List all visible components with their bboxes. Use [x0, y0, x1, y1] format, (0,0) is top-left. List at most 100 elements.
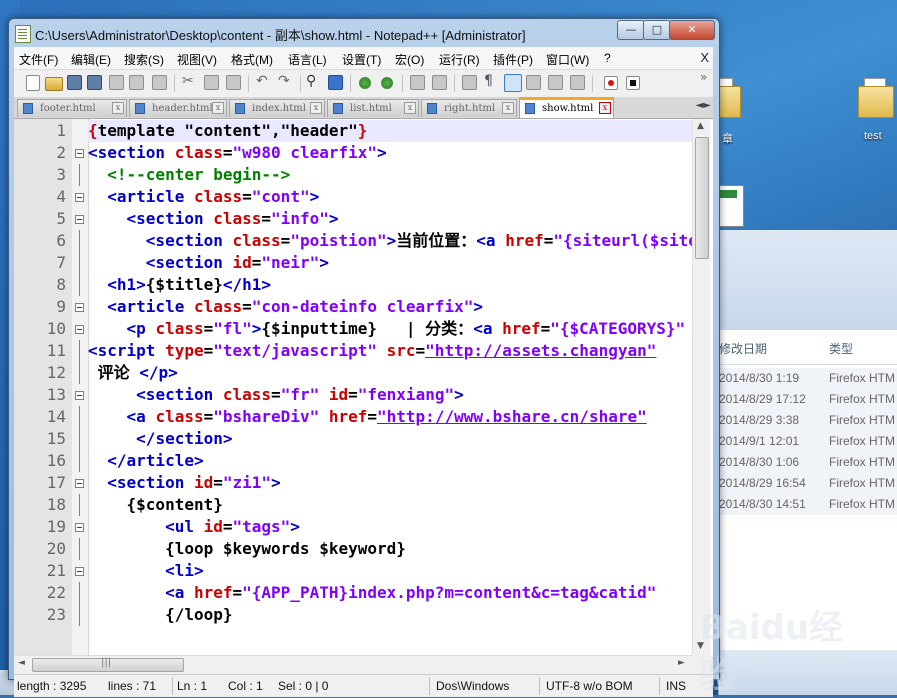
- code-editor[interactable]: 1 2 3 4 5 6 7 8 9 10 11 12 13 14 15 16 17 18 19 20 21 22 23 {t…: [14, 119, 713, 655]
- fold-toggle-icon[interactable]: [75, 215, 84, 224]
- scroll-left-arrow[interactable]: ◄: [18, 658, 25, 668]
- scroll-right-arrow[interactable]: ►: [678, 658, 685, 668]
- code-line[interactable]: <a href="{APP_PATH}index.php?m=content&c…: [88, 582, 692, 604]
- code-line[interactable]: </section>: [88, 428, 692, 450]
- tab-close-icon[interactable]: x: [212, 102, 224, 114]
- code-line[interactable]: {/loop}: [88, 604, 692, 626]
- code-line[interactable]: <article class="con-dateinfo clearfix">: [88, 296, 692, 318]
- fold-toggle-icon[interactable]: [75, 193, 84, 202]
- code-line[interactable]: <section id="neir">: [88, 252, 692, 274]
- menu-edit[interactable]: 编辑(E): [71, 51, 111, 68]
- close-all-icon[interactable]: [129, 75, 144, 90]
- cut-icon[interactable]: ✂: [182, 73, 194, 89]
- desktop-icon-label-test[interactable]: test: [864, 130, 882, 142]
- save-all-icon[interactable]: [87, 75, 102, 90]
- fold-toggle-icon[interactable]: [75, 325, 84, 334]
- column-type[interactable]: 类型: [829, 340, 853, 357]
- folder-icon[interactable]: [858, 78, 894, 118]
- fold-toggle-icon[interactable]: [75, 303, 84, 312]
- code-line[interactable]: <!--center begin-->: [88, 164, 692, 186]
- menu-run[interactable]: 运行(R): [439, 51, 480, 68]
- menu-format[interactable]: 格式(M): [231, 51, 273, 68]
- desktop-icon-label-partial[interactable]: 章: [722, 130, 733, 146]
- tab-scroll-arrows[interactable]: ◄►: [696, 100, 711, 111]
- code-line[interactable]: <section class="poistion">当前位置：<a href="…: [88, 230, 692, 252]
- vertical-scroll-thumb[interactable]: [695, 137, 709, 259]
- maximize-button[interactable]: □: [643, 20, 671, 40]
- all-chars-icon[interactable]: ¶: [484, 73, 493, 89]
- word-wrap-icon[interactable]: [462, 75, 477, 90]
- tab-close-icon[interactable]: x: [112, 102, 124, 114]
- tab-close-icon[interactable]: x: [404, 102, 416, 114]
- save-icon[interactable]: [67, 75, 82, 90]
- horizontal-scroll-thumb[interactable]: |||: [32, 657, 184, 672]
- code-line[interactable]: <article class="cont">: [88, 186, 692, 208]
- print-icon[interactable]: [152, 75, 167, 90]
- toolbar-overflow-icon[interactable]: »: [700, 70, 707, 84]
- menu-macro[interactable]: 宏(O): [395, 51, 424, 68]
- sync-vertical-icon[interactable]: [410, 75, 425, 90]
- replace-icon[interactable]: [328, 75, 343, 90]
- code-line[interactable]: <section class="w980 clearfix">: [88, 142, 692, 164]
- function-list-icon[interactable]: [570, 75, 585, 90]
- tab-footer[interactable]: footer.html x: [17, 99, 127, 117]
- code-line[interactable]: <section class="fr" id="fenxiang">: [88, 384, 692, 406]
- tab-list[interactable]: list.html x: [327, 99, 419, 117]
- find-icon[interactable]: ⚲: [306, 73, 316, 89]
- scroll-up-arrow[interactable]: ▲: [697, 121, 704, 131]
- sync-horizontal-icon[interactable]: [432, 75, 447, 90]
- code-line[interactable]: <h1>{$title}</h1>: [88, 274, 692, 296]
- indent-guide-icon[interactable]: [504, 74, 522, 92]
- notepad-app-icon[interactable]: [15, 25, 31, 43]
- close-button[interactable]: ✕: [669, 20, 715, 40]
- tab-index[interactable]: index.html x: [229, 99, 325, 117]
- explorer-file-row[interactable]: 2014/8/29 16:54 Firefox HTM: [719, 473, 897, 495]
- explorer-file-row[interactable]: 2014/8/30 1:06 Firefox HTM: [719, 452, 897, 474]
- stop-macro-icon[interactable]: [626, 76, 640, 90]
- menu-view[interactable]: 视图(V): [177, 51, 217, 68]
- menu-plugins[interactable]: 插件(P): [493, 51, 533, 68]
- code-line[interactable]: <section id="zi1">: [88, 472, 692, 494]
- copy-icon[interactable]: [204, 75, 219, 90]
- tab-close-icon[interactable]: x: [502, 102, 514, 114]
- column-modified[interactable]: 修改日期: [719, 340, 767, 357]
- code-line[interactable]: </article>: [88, 450, 692, 472]
- minimize-button[interactable]: —: [617, 20, 645, 40]
- redo-icon[interactable]: ↷: [278, 73, 290, 89]
- zoom-in-icon[interactable]: [359, 77, 371, 89]
- code-line[interactable]: <ul id="tags">: [88, 516, 692, 538]
- code-line[interactable]: {template "content","header"}: [88, 120, 692, 142]
- new-file-icon[interactable]: [26, 75, 40, 91]
- fold-toggle-icon[interactable]: [75, 391, 84, 400]
- code-line[interactable]: <p class="fl">{$inputtime} | 分类：<a href=…: [88, 318, 692, 340]
- explorer-file-row[interactable]: 2014/8/30 14:51 Firefox HTM: [719, 494, 897, 516]
- menu-search[interactable]: 搜索(S): [124, 51, 164, 68]
- tab-show[interactable]: show.html x: [519, 97, 614, 118]
- undo-icon[interactable]: ↶: [256, 73, 268, 89]
- title-bar[interactable]: C:\Users\Administrator\Desktop\content -…: [9, 19, 719, 47]
- fold-toggle-icon[interactable]: [75, 523, 84, 532]
- code-line[interactable]: <section class="info">: [88, 208, 692, 230]
- paste-icon[interactable]: [226, 75, 241, 90]
- tab-close-icon[interactable]: x: [599, 102, 611, 114]
- vertical-scrollbar[interactable]: ▲ ▼: [692, 119, 710, 655]
- menu-language[interactable]: 语言(L): [288, 51, 327, 68]
- explorer-file-row[interactable]: 2014/8/29 3:38 Firefox HTM: [719, 410, 897, 432]
- code-line[interactable]: 评论 </p>: [88, 362, 692, 384]
- tab-header[interactable]: header.html x: [129, 99, 227, 117]
- fold-toggle-icon[interactable]: [75, 149, 84, 158]
- record-macro-icon[interactable]: [604, 76, 618, 90]
- tab-close-icon[interactable]: x: [310, 102, 322, 114]
- zoom-out-icon[interactable]: [381, 77, 393, 89]
- menu-file[interactable]: 文件(F): [19, 51, 58, 68]
- explorer-file-row[interactable]: 2014/8/30 1:19 Firefox HTM: [719, 368, 897, 390]
- menu-window[interactable]: 窗口(W): [546, 51, 589, 68]
- code-line[interactable]: {$content}: [88, 494, 692, 516]
- menu-help[interactable]: ?: [604, 51, 611, 65]
- fold-toggle-icon[interactable]: [75, 479, 84, 488]
- code-area[interactable]: {template "content","header"} <section cl…: [88, 119, 692, 655]
- doc-map-icon[interactable]: [548, 75, 563, 90]
- close-document-icon[interactable]: X: [700, 50, 709, 65]
- horizontal-scrollbar[interactable]: ◄ ||| ►: [14, 655, 692, 673]
- code-line[interactable]: <script type="text/javascript" src="http…: [88, 340, 692, 362]
